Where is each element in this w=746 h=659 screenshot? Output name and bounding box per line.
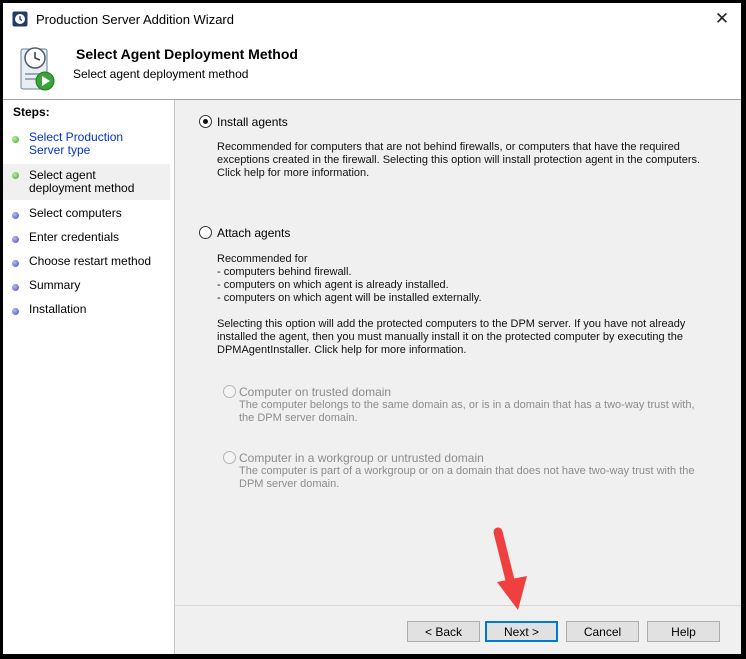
step-select-computers: Select computers (3, 207, 170, 223)
page-title: Select Agent Deployment Method (76, 46, 298, 62)
attach-agents-description: Recommended for - computers behind firew… (217, 253, 717, 305)
server-clock-icon (15, 43, 59, 93)
button-bar: < Back Next > Cancel Help (175, 606, 741, 654)
step-select-agent-deployment-method: Select agent deployment method (3, 164, 170, 200)
step-label: Select Production Server type (29, 130, 124, 157)
step-label: Enter credentials (29, 230, 120, 244)
step-pending-icon (12, 308, 19, 315)
cancel-button[interactable]: Cancel (566, 621, 639, 642)
step-pending-icon (12, 260, 19, 267)
steps-title: Steps: (13, 105, 50, 119)
attach-description-line: - computers on which agent will be insta… (217, 292, 482, 304)
step-complete-icon (12, 136, 19, 143)
help-button[interactable]: Help (647, 621, 720, 642)
step-label: Summary (29, 278, 81, 292)
window-title: Production Server Addition Wizard (36, 12, 234, 27)
title-bar: Production Server Addition Wizard ✕ (3, 3, 741, 35)
step-enter-credentials: Enter credentials (3, 231, 170, 247)
attach-agents-note: Selecting this option will add the prote… (217, 318, 686, 356)
trusted-domain-label[interactable]: Computer on trusted domain (239, 385, 391, 399)
step-label: Select computers (29, 206, 122, 220)
close-icon[interactable]: ✕ (707, 7, 737, 31)
trusted-domain-radio[interactable] (223, 385, 236, 398)
wizard-content: Install agents Recommended for computers… (175, 100, 741, 605)
steps-sidebar: Steps: Select Production Server type Sel… (3, 100, 174, 654)
install-agents-label[interactable]: Install agents (217, 115, 288, 129)
next-button[interactable]: Next > (485, 621, 558, 642)
back-button[interactable]: < Back (407, 621, 480, 642)
clock-app-icon (12, 11, 28, 27)
install-agents-radio[interactable] (199, 115, 212, 128)
workgroup-radio[interactable] (223, 451, 236, 464)
attach-description-line: - computers behind firewall. (217, 266, 352, 278)
step-choose-restart-method: Choose restart method (3, 255, 170, 271)
install-agents-description: Recommended for computers that are not b… (217, 141, 701, 179)
wizard-header: Select Agent Deployment Method Select ag… (3, 35, 741, 99)
step-installation: Installation (3, 303, 170, 319)
step-pending-icon (12, 212, 19, 219)
attach-agents-label[interactable]: Attach agents (217, 226, 290, 240)
step-summary: Summary (3, 279, 170, 295)
page-subtitle: Select agent deployment method (73, 67, 249, 81)
wizard-window: Production Server Addition Wizard ✕ Sele… (3, 3, 741, 654)
workgroup-description: The computer is part of a workgroup or o… (239, 465, 695, 490)
attach-agents-radio[interactable] (199, 226, 212, 239)
step-label: Choose restart method (29, 254, 152, 268)
trusted-domain-description: The computer belongs to the same domain … (239, 399, 695, 424)
workgroup-label[interactable]: Computer in a workgroup or untrusted dom… (239, 451, 484, 465)
attach-description-line: Recommended for (217, 253, 308, 265)
step-select-production-server-type[interactable]: Select Production Server type (3, 131, 170, 161)
attach-description-line: - computers on which agent is already in… (217, 279, 449, 291)
step-current-icon (12, 172, 19, 179)
step-label: Select agent deployment method (29, 168, 135, 195)
step-pending-icon (12, 236, 19, 243)
step-label: Installation (29, 302, 87, 316)
step-pending-icon (12, 284, 19, 291)
